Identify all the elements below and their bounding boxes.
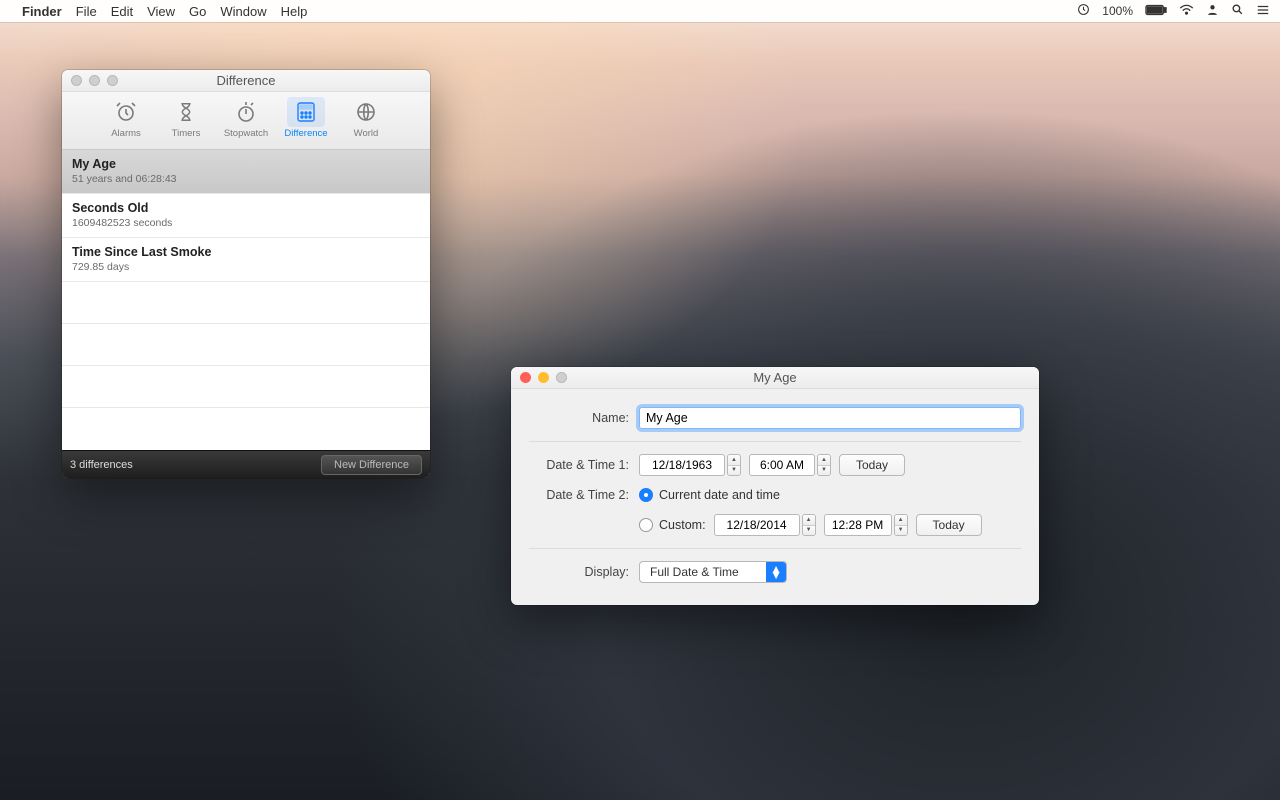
stepper[interactable]: ▲▼ [727, 454, 741, 476]
dt2-time-input[interactable] [824, 514, 892, 536]
zoom-button[interactable] [556, 372, 567, 383]
stepper[interactable]: ▲▼ [894, 514, 908, 536]
list-item[interactable] [62, 282, 430, 324]
form: Name: Date & Time 1: ▲▼ ▲▼ Today [511, 389, 1039, 605]
menu-window[interactable]: Window [220, 4, 266, 19]
close-button[interactable] [71, 75, 82, 86]
radio-custom-label: Custom: [659, 518, 706, 532]
user-icon[interactable] [1206, 3, 1219, 19]
titlebar[interactable]: My Age [511, 367, 1039, 389]
menu-extras-icon[interactable] [1256, 4, 1270, 19]
edit-window: My Age Name: Date & Time 1: ▲▼ ▲▼ [511, 367, 1039, 605]
toolbar-stopwatch[interactable]: Stopwatch [217, 97, 275, 139]
minimize-button[interactable] [89, 75, 100, 86]
list-item[interactable] [62, 408, 430, 450]
dt1-today-button[interactable]: Today [839, 454, 905, 476]
name-label: Name: [529, 411, 639, 425]
dt2-today-button[interactable]: Today [916, 514, 982, 536]
dt1-date-input[interactable] [639, 454, 725, 476]
list-item[interactable] [62, 366, 430, 408]
menu-help[interactable]: Help [281, 4, 308, 19]
desktop: Finder File Edit View Go Window Help 100… [0, 0, 1280, 800]
window-title: My Age [511, 370, 1039, 385]
toolbar-alarms[interactable]: Alarms [97, 97, 155, 139]
toolbar-world[interactable]: World [337, 97, 395, 139]
spotlight-icon[interactable] [1231, 3, 1244, 19]
zoom-button[interactable] [107, 75, 118, 86]
dt2-label: Date & Time 2: [529, 488, 639, 502]
status-bar: 3 differences New Difference [62, 450, 430, 478]
app-name[interactable]: Finder [22, 4, 62, 19]
name-input[interactable] [639, 407, 1021, 429]
battery-percent: 100% [1102, 4, 1133, 18]
list-item[interactable] [62, 324, 430, 366]
difference-list: My Age 51 years and 06:28:43 Seconds Old… [62, 150, 430, 450]
battery-icon[interactable] [1145, 4, 1167, 19]
menu-view[interactable]: View [147, 4, 175, 19]
list-item[interactable]: Seconds Old 1609482523 seconds [62, 194, 430, 238]
radio-current-label: Current date and time [659, 488, 780, 502]
dt1-label: Date & Time 1: [529, 458, 639, 472]
difference-window: Difference Alarms Timers Stopwatch Diffe… [62, 70, 430, 478]
new-difference-button[interactable]: New Difference [321, 455, 422, 475]
status-text: 3 differences [70, 459, 133, 471]
list-item[interactable]: My Age 51 years and 06:28:43 [62, 150, 430, 194]
stepper[interactable]: ▲▼ [817, 454, 831, 476]
close-button[interactable] [520, 372, 531, 383]
menu-edit[interactable]: Edit [111, 4, 133, 19]
stepper[interactable]: ▲▼ [802, 514, 816, 536]
radio-custom[interactable] [639, 518, 653, 532]
menu-file[interactable]: File [76, 4, 97, 19]
titlebar[interactable]: Difference [62, 70, 430, 92]
wifi-icon[interactable] [1179, 4, 1194, 19]
list-item[interactable]: Time Since Last Smoke 729.85 days [62, 238, 430, 282]
dt1-time-input[interactable] [749, 454, 815, 476]
display-label: Display: [529, 565, 639, 579]
chevron-updown-icon: ▲▼ [766, 561, 786, 583]
menubar: Finder File Edit View Go Window Help 100… [0, 0, 1280, 22]
toolbar-timers[interactable]: Timers [157, 97, 215, 139]
radio-current[interactable] [639, 488, 653, 502]
clock-icon[interactable] [1077, 3, 1090, 19]
minimize-button[interactable] [538, 372, 549, 383]
display-select[interactable]: Full Date & Time ▲▼ [639, 561, 787, 583]
dt2-date-input[interactable] [714, 514, 800, 536]
toolbar-difference[interactable]: Difference [277, 97, 335, 139]
toolbar: Alarms Timers Stopwatch Difference World [62, 92, 430, 150]
menu-go[interactable]: Go [189, 4, 206, 19]
